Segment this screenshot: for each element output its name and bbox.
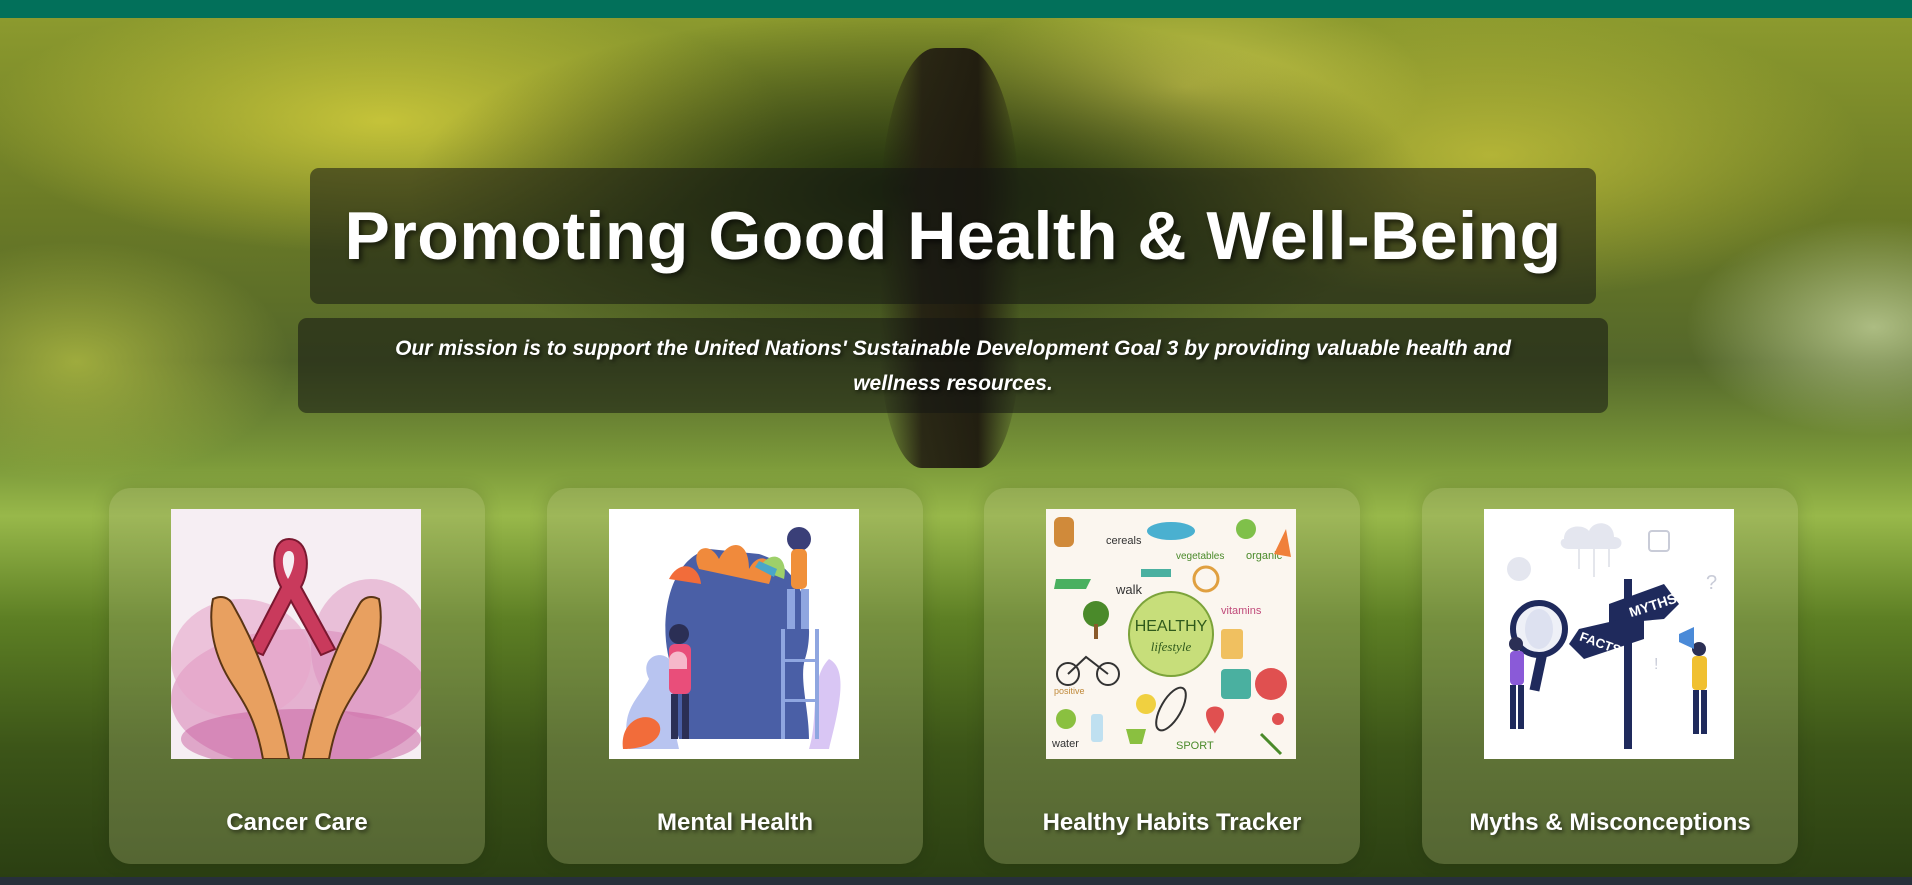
head-garden-icon bbox=[609, 509, 859, 759]
bottom-bar bbox=[0, 877, 1912, 885]
illustration-cereals-text: cereals bbox=[1106, 535, 1142, 547]
card-label: Mental Health bbox=[656, 809, 814, 836]
illustration-lifestyle-text: lifestyle bbox=[1151, 639, 1192, 654]
card-healthy-habits-tracker[interactable]: HEALTHY lifestyle cereals vegetables org… bbox=[984, 488, 1360, 864]
card-myths-misconceptions[interactable]: MYTHS FACTS ? ! Myths & Misconceptions bbox=[1422, 488, 1798, 864]
illustration-walk-text: walk bbox=[1115, 582, 1143, 597]
mission-box: Our mission is to support the United Nat… bbox=[298, 318, 1608, 413]
healthy-lifestyle-icon: HEALTHY lifestyle cereals vegetables org… bbox=[1046, 509, 1296, 759]
myths-facts-signpost-icon: MYTHS FACTS ? ! bbox=[1484, 509, 1734, 759]
illustration-positive-text: positive bbox=[1054, 686, 1085, 696]
svg-text:!: ! bbox=[1654, 656, 1658, 673]
illustration-healthy-text: HEALTHY bbox=[1135, 618, 1208, 635]
hero-title-box: Promoting Good Health & Well-Being bbox=[310, 168, 1596, 304]
illustration-vegetables-text: vegetables bbox=[1176, 551, 1224, 562]
mission-statement: Our mission is to support the United Nat… bbox=[395, 336, 1511, 395]
illustration-sport-text: SPORT bbox=[1176, 740, 1214, 752]
ribbon-hands-icon bbox=[171, 509, 421, 759]
illustration-water-text: water bbox=[1051, 738, 1079, 750]
page-title: Promoting Good Health & Well-Being bbox=[344, 198, 1562, 274]
card-cancer-care[interactable]: Cancer Care bbox=[109, 488, 485, 864]
top-accent-bar bbox=[0, 0, 1912, 18]
card-label: Cancer Care bbox=[226, 809, 368, 836]
card-label: Myths & Misconceptions bbox=[1469, 809, 1751, 836]
svg-text:?: ? bbox=[1706, 572, 1717, 594]
card-label: Healthy Habits Tracker bbox=[1042, 809, 1302, 836]
illustration-vitamins-text: vitamins bbox=[1221, 605, 1262, 617]
card-mental-health[interactable]: Mental Health bbox=[547, 488, 923, 864]
